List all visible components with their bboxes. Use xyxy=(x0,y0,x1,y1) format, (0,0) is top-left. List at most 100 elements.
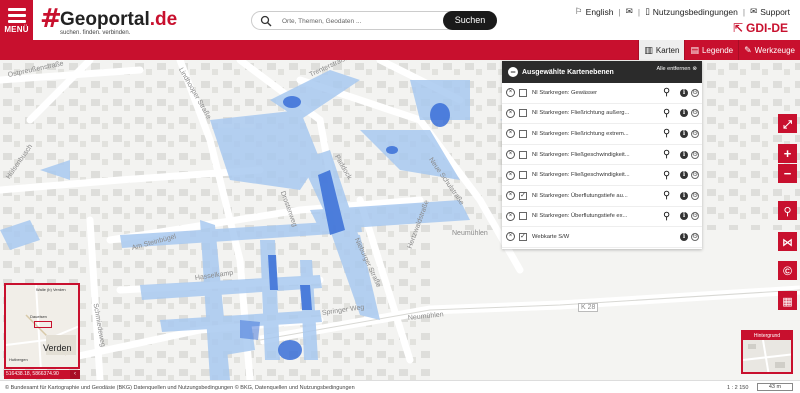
zoom-in-icon: + xyxy=(783,146,792,161)
gear-icon[interactable]: ⚙ xyxy=(691,88,699,97)
zoom-to-layer-icon[interactable]: ⚲ xyxy=(663,211,670,222)
layer-checkbox[interactable] xyxy=(519,88,527,97)
layer-row: × NI Starkregen: Gewässer ⚲ i ⚙ xyxy=(502,83,702,104)
tab-karten[interactable]: ▥ Karten xyxy=(638,40,685,60)
info-icon[interactable]: i xyxy=(680,109,688,118)
search-button[interactable]: Suchen xyxy=(443,11,497,30)
menu-label: MENÜ xyxy=(4,25,29,34)
zoom-to-layer-icon[interactable]: ⚲ xyxy=(663,87,670,98)
remove-layer-icon[interactable]: × xyxy=(506,88,515,98)
flag-icon: ⚐ xyxy=(575,6,583,16)
layer-checkbox[interactable]: ✓ xyxy=(519,232,527,241)
background-switcher[interactable]: Hintergrund xyxy=(741,330,793,374)
bookmark-map-button[interactable]: ▦ xyxy=(778,291,797,310)
info-icon[interactable]: i xyxy=(680,232,688,241)
zoom-out-icon: − xyxy=(783,166,792,181)
layer-name[interactable]: NI Starkregen: Fließrichtung außerg... xyxy=(532,110,629,116)
remove-layer-icon[interactable]: × xyxy=(506,232,515,242)
info-icon[interactable]: i xyxy=(680,88,688,97)
attribution-text: © Bundesamt für Kartographie und Geodäsi… xyxy=(5,385,355,391)
link-support[interactable]: Support xyxy=(760,7,790,17)
gdi-link[interactable]: ⇱ GDI-DE xyxy=(733,21,788,35)
footer: © Bundesamt für Kartographie und Geodäsi… xyxy=(0,380,800,393)
zoom-in-button[interactable]: + xyxy=(778,144,797,163)
remove-layer-icon[interactable]: × xyxy=(506,108,515,118)
layer-name[interactable]: NI Starkregen: Gewässer xyxy=(532,90,597,96)
layer-name[interactable]: Webkarte S/W xyxy=(532,234,569,240)
layer-checkbox[interactable] xyxy=(519,171,527,180)
zoom-to-layer-icon[interactable]: ⚲ xyxy=(663,149,670,160)
remove-layer-icon[interactable]: × xyxy=(506,191,515,201)
copyright-button[interactable]: © xyxy=(778,261,797,280)
zoom-to-layer-icon[interactable]: ⚲ xyxy=(663,108,670,119)
layer-row: × ✓ NI Starkregen: Überflutungstiefe au...… xyxy=(502,186,702,207)
info-icon[interactable]: i xyxy=(680,129,688,138)
layer-checkbox[interactable] xyxy=(519,212,527,221)
copyright-icon: © xyxy=(783,264,792,278)
layer-row: × NI Starkregen: Fließgeschwindigkeit... ⚲… xyxy=(502,165,702,186)
geoportal-logo[interactable]: # Geoportal.de suchen. finden. verbinden… xyxy=(40,4,177,38)
street-label: Neumühlen xyxy=(452,230,488,237)
overview-viewport[interactable] xyxy=(34,321,52,328)
layer-row: × NI Starkregen: Fließgeschwindigkeit... ⚲… xyxy=(502,145,702,166)
layer-row: × ✓ Webkarte S/W i ⚙ xyxy=(502,227,702,248)
search-input[interactable] xyxy=(282,14,432,28)
collapse-icon[interactable]: − xyxy=(508,67,518,77)
location-icon: ⚲ xyxy=(783,206,792,218)
layer-checkbox[interactable]: ✓ xyxy=(519,191,527,200)
layer-name[interactable]: NI Starkregen: Fließrichtung extrem... xyxy=(532,131,629,137)
collapse-overview-button[interactable]: ‹ xyxy=(70,370,80,379)
gear-icon[interactable]: ⚙ xyxy=(691,150,699,159)
fullscreen-button[interactable]: ⤢ xyxy=(778,114,797,133)
share-button[interactable]: ⋈ xyxy=(778,232,797,251)
tab-werkzeuge[interactable]: ✎ Werkzeuge xyxy=(738,40,800,60)
tab-legende[interactable]: ▤ Legende xyxy=(684,40,738,60)
gear-icon[interactable]: ⚙ xyxy=(691,232,699,241)
toolbar: ▥ Karten ▤ Legende ✎ Werkzeuge xyxy=(0,40,800,60)
remove-layer-icon[interactable]: × xyxy=(506,129,515,139)
tools-icon: ✎ xyxy=(744,44,752,55)
info-icon[interactable]: i xyxy=(680,150,688,159)
layer-name[interactable]: NI Starkregen: Fließgeschwindigkeit... xyxy=(532,172,630,178)
layer-checkbox[interactable] xyxy=(519,129,527,138)
layer-name[interactable]: NI Starkregen: Überflutungstiefe au... xyxy=(532,193,628,199)
zoom-to-layer-icon[interactable]: ⚲ xyxy=(663,190,670,201)
remove-layer-icon[interactable]: × xyxy=(506,211,515,221)
remove-all-button[interactable]: Alle entfernen ⊗ xyxy=(656,66,697,72)
background-label: Hintergrund xyxy=(743,332,791,340)
gear-icon[interactable]: ⚙ xyxy=(691,212,699,221)
info-icon[interactable]: i xyxy=(680,212,688,221)
zoom-to-layer-icon[interactable]: ⚲ xyxy=(663,170,670,181)
search-bar: Suchen xyxy=(251,11,497,30)
info-icon[interactable]: i xyxy=(680,171,688,180)
scalebar: 43 m xyxy=(757,383,793,391)
legend-icon: ▤ xyxy=(690,44,699,55)
layer-checkbox[interactable] xyxy=(519,150,527,159)
overview-map[interactable]: Walle (b) Verden Dauelsen Verden Hutberg… xyxy=(4,283,80,369)
bookmark-map-icon: ▦ xyxy=(782,296,793,308)
gear-icon[interactable]: ⚙ xyxy=(691,129,699,138)
overview-label: Walle (b) Verden xyxy=(36,287,66,292)
layer-name[interactable]: NI Starkregen: Überflutungstiefe ex... xyxy=(532,213,627,219)
link-english[interactable]: English xyxy=(586,7,614,17)
menu-button[interactable]: MENÜ xyxy=(0,0,33,40)
layer-name[interactable]: NI Starkregen: Fließgeschwindigkeit... xyxy=(532,152,630,158)
road-number-label: K 28 xyxy=(578,303,599,312)
layer-checkbox[interactable] xyxy=(519,109,527,118)
link-terms[interactable]: Nutzungsbedingungen xyxy=(653,7,738,17)
logo-mark: # xyxy=(40,4,62,34)
zoom-to-layer-icon[interactable]: ⚲ xyxy=(663,128,670,139)
gear-icon[interactable]: ⚙ xyxy=(691,109,699,118)
overview-label: Hutbergen xyxy=(9,357,28,362)
remove-layer-icon[interactable]: × xyxy=(506,150,515,160)
share-icon[interactable]: ✉ xyxy=(626,6,633,17)
remove-layer-icon[interactable]: × xyxy=(506,170,515,180)
external-link-icon: ⇱ xyxy=(732,21,743,35)
location-button[interactable]: ⚲ xyxy=(778,201,797,220)
fullscreen-icon: ⤢ xyxy=(783,119,792,131)
gear-icon[interactable]: ⚙ xyxy=(691,191,699,200)
info-icon[interactable]: i xyxy=(680,191,688,200)
layer-row: × NI Starkregen: Fließrichtung extrem... ⚲… xyxy=(502,124,702,145)
gear-icon[interactable]: ⚙ xyxy=(691,171,699,180)
zoom-out-button[interactable]: − xyxy=(778,164,797,183)
